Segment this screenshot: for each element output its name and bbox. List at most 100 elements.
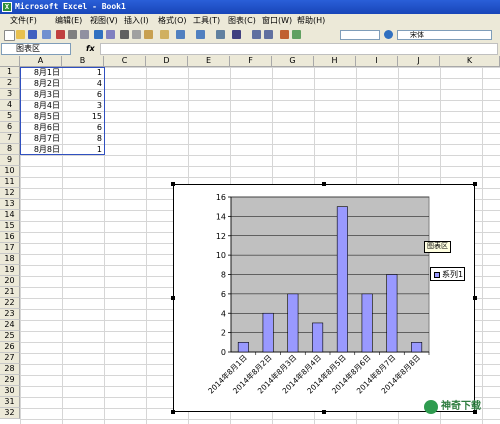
- chart-resize-handle-e[interactable]: [473, 296, 477, 300]
- row-header-7[interactable]: 7: [0, 133, 20, 144]
- row-header-25[interactable]: 25: [0, 331, 20, 342]
- hyperlink-icon[interactable]: [216, 30, 225, 39]
- permission-icon[interactable]: [42, 30, 51, 39]
- chart-wizard-icon[interactable]: [280, 30, 289, 39]
- column-header-b[interactable]: B: [62, 56, 104, 67]
- column-header-k[interactable]: K: [440, 56, 500, 67]
- open-icon[interactable]: [16, 30, 25, 39]
- row-header-28[interactable]: 28: [0, 364, 20, 375]
- undo-icon[interactable]: [176, 30, 185, 39]
- drawing-icon[interactable]: [292, 30, 301, 39]
- menu-chart[interactable]: 图表(C): [228, 16, 256, 26]
- row-header-17[interactable]: 17: [0, 243, 20, 254]
- chart-resize-handle-ne[interactable]: [473, 182, 477, 186]
- research-icon[interactable]: [106, 30, 115, 39]
- bar: [336, 206, 348, 353]
- row-header-10[interactable]: 10: [0, 166, 20, 177]
- column-header-d[interactable]: D: [146, 56, 188, 67]
- print-icon[interactable]: [68, 30, 77, 39]
- copy-icon[interactable]: [132, 30, 141, 39]
- row-header-3[interactable]: 3: [0, 89, 20, 100]
- row-header-6[interactable]: 6: [0, 122, 20, 133]
- column-header-i[interactable]: I: [356, 56, 398, 67]
- row-header-16[interactable]: 16: [0, 232, 20, 243]
- row-header-19[interactable]: 19: [0, 265, 20, 276]
- menu-view[interactable]: 视图(V): [90, 16, 118, 26]
- menu-file[interactable]: 文件(F): [10, 16, 37, 26]
- column-header-e[interactable]: E: [188, 56, 230, 67]
- row-header-2[interactable]: 2: [0, 78, 20, 89]
- email-icon[interactable]: [56, 30, 65, 39]
- chart-area-tooltip: 图表区: [424, 241, 451, 253]
- row-header-27[interactable]: 27: [0, 353, 20, 364]
- y-tick-label: 14: [216, 212, 226, 221]
- format-painter-icon[interactable]: [160, 30, 169, 39]
- menu-format[interactable]: 格式(O): [158, 16, 187, 26]
- save-icon[interactable]: [28, 30, 37, 39]
- row-header-20[interactable]: 20: [0, 276, 20, 287]
- column-header-g[interactable]: G: [272, 56, 314, 67]
- select-all-corner[interactable]: [0, 56, 20, 67]
- name-box[interactable]: 图表区: [1, 43, 71, 55]
- column-header-h[interactable]: H: [314, 56, 356, 67]
- row-header-11[interactable]: 11: [0, 177, 20, 188]
- row-header-9[interactable]: 9: [0, 155, 20, 166]
- sort-descending-icon[interactable]: [264, 30, 273, 39]
- font-name-select[interactable]: 宋体: [397, 30, 492, 40]
- row-header-26[interactable]: 26: [0, 342, 20, 353]
- column-header-a[interactable]: A: [20, 56, 62, 67]
- print-preview-icon[interactable]: [80, 30, 89, 39]
- row-header-8[interactable]: 8: [0, 144, 20, 155]
- row-header-29[interactable]: 29: [0, 375, 20, 386]
- column-header-f[interactable]: F: [230, 56, 272, 67]
- menu-edit[interactable]: 编辑(E): [55, 16, 82, 26]
- row-header-31[interactable]: 31: [0, 397, 20, 408]
- row-header-14[interactable]: 14: [0, 210, 20, 221]
- chart-resize-handle-s[interactable]: [322, 410, 326, 414]
- menu-tools[interactable]: 工具(T): [193, 16, 220, 26]
- new-icon[interactable]: [4, 30, 15, 41]
- column-header-c[interactable]: C: [104, 56, 146, 67]
- row-header-32[interactable]: 32: [0, 408, 20, 419]
- row-header-15[interactable]: 15: [0, 221, 20, 232]
- column-header-j[interactable]: J: [398, 56, 440, 67]
- row-header-4[interactable]: 4: [0, 100, 20, 111]
- redo-icon[interactable]: [196, 30, 205, 39]
- y-tick-label: 12: [216, 232, 226, 241]
- row-header-22[interactable]: 22: [0, 298, 20, 309]
- row-header-24[interactable]: 24: [0, 320, 20, 331]
- source-data-range-highlight: [20, 67, 105, 155]
- zoom-select[interactable]: [340, 30, 380, 40]
- menu-help[interactable]: 帮助(H): [297, 16, 325, 26]
- cut-icon[interactable]: [120, 30, 129, 39]
- autosum-icon[interactable]: [232, 30, 241, 39]
- legend-swatch: [434, 272, 440, 278]
- bar: [312, 322, 324, 353]
- excel-app-icon[interactable]: X: [2, 2, 12, 12]
- spelling-icon[interactable]: [94, 30, 103, 39]
- chart-resize-handle-nw[interactable]: [171, 182, 175, 186]
- insert-function-icon[interactable]: fx: [86, 44, 95, 53]
- row-header-5[interactable]: 5: [0, 111, 20, 122]
- row-header-1[interactable]: 1: [0, 67, 20, 78]
- sort-ascending-icon[interactable]: [252, 30, 261, 39]
- chart-resize-handle-sw[interactable]: [171, 410, 175, 414]
- menu-window[interactable]: 窗口(W): [262, 16, 292, 26]
- formula-input[interactable]: [100, 43, 498, 55]
- chart-area[interactable]: 0 2 4 6 8 10 12 14 16 2014年8月1日 2014年8月2日 2014年8月3日…: [173, 184, 475, 412]
- help-icon[interactable]: [384, 30, 393, 39]
- row-header-12[interactable]: 12: [0, 188, 20, 199]
- window-title: Microsoft Excel - Book1: [15, 2, 126, 11]
- chart-legend[interactable]: 系列1: [430, 267, 465, 281]
- row-header-30[interactable]: 30: [0, 386, 20, 397]
- chart-resize-handle-w[interactable]: [171, 296, 175, 300]
- y-tick-label: 8: [221, 271, 226, 280]
- row-header-21[interactable]: 21: [0, 287, 20, 298]
- row-header-23[interactable]: 23: [0, 309, 20, 320]
- paste-icon[interactable]: [144, 30, 153, 39]
- chart-resize-handle-n[interactable]: [322, 182, 326, 186]
- row-header-18[interactable]: 18: [0, 254, 20, 265]
- row-header-13[interactable]: 13: [0, 199, 20, 210]
- menu-insert[interactable]: 插入(I): [124, 16, 149, 26]
- watermark-text: 神奇下载: [441, 401, 481, 412]
